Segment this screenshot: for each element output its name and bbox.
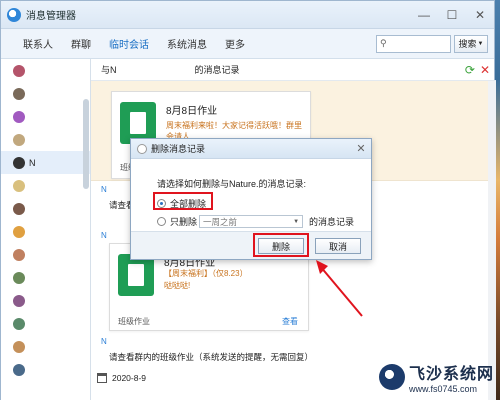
- search-box: ⚲: [376, 34, 451, 53]
- contact-item[interactable]: [1, 289, 90, 312]
- tab-contacts[interactable]: 联系人: [23, 36, 53, 51]
- header-prefix: 与N: [101, 65, 117, 75]
- sender-name: N: [101, 231, 107, 240]
- tab-more[interactable]: 更多: [225, 36, 245, 51]
- option-delete-partial-label: 只删除: [170, 217, 198, 227]
- delete-dialog: 删除消息记录 ✕ 请选择如何删除与Nature.的消息记录: 全部删除 只删除 …: [130, 138, 372, 260]
- delete-button[interactable]: 删除: [258, 238, 304, 254]
- watermark-title: 飞沙系统网: [408, 366, 494, 383]
- dialog-footer: 删除 取消: [131, 231, 371, 259]
- avatar: [13, 363, 25, 376]
- message-text: 请查看群内的班级作业（系统发送的提醒，无需回复）: [109, 352, 314, 362]
- date-row: 2020-8-9: [97, 373, 146, 383]
- message-header: 与N 的消息记录 ⟳ ✕: [91, 59, 496, 81]
- view-link[interactable]: 查看: [282, 316, 298, 327]
- avatar: [13, 248, 25, 261]
- avatar: [13, 317, 25, 330]
- avatar: [13, 225, 25, 238]
- tab-temp-session[interactable]: 临时会话: [109, 36, 149, 51]
- contact-item[interactable]: [1, 174, 90, 197]
- close-button[interactable]: ✕: [466, 1, 494, 28]
- contact-item[interactable]: N: [1, 151, 90, 174]
- cancel-button-label: 取消: [328, 241, 347, 252]
- option-delete-partial[interactable]: 只删除 一周之前 的消息记录: [157, 215, 354, 228]
- contact-name: N: [29, 157, 36, 168]
- avatar: [13, 179, 25, 192]
- tab-group-chat[interactable]: 群聊: [71, 36, 91, 51]
- sidebar-scrollbar[interactable]: [83, 99, 89, 189]
- avatar: [13, 87, 25, 100]
- sender-name: N: [101, 185, 107, 194]
- tab-system-messages[interactable]: 系统消息: [167, 36, 207, 51]
- avatar: [13, 202, 25, 215]
- contact-item[interactable]: [1, 59, 90, 82]
- refresh-icon[interactable]: ⟳: [465, 63, 475, 77]
- contact-item[interactable]: [1, 266, 90, 289]
- dialog-title: 删除消息记录: [151, 144, 206, 154]
- contact-item[interactable]: [1, 128, 90, 151]
- contact-item[interactable]: [1, 82, 90, 105]
- app-icon: [137, 143, 147, 154]
- contact-item[interactable]: [1, 105, 90, 128]
- content-scrollbar[interactable]: [488, 81, 496, 400]
- date-text: 2020-8-9: [112, 373, 147, 383]
- avatar: [13, 133, 25, 146]
- search-button-label: 搜索: [458, 39, 477, 49]
- avatar: [13, 156, 25, 169]
- time-range-value: 一周之前: [203, 216, 238, 227]
- time-range-select[interactable]: 一周之前: [199, 215, 304, 228]
- card-description-2: 哒哒哒!: [164, 281, 191, 290]
- contact-item[interactable]: [1, 335, 90, 358]
- option-delete-all-label: 全部删除: [170, 199, 207, 209]
- delete-button-label: 删除: [271, 241, 290, 252]
- delete-icon[interactable]: ✕: [480, 63, 490, 77]
- contact-item[interactable]: [1, 220, 90, 243]
- document-icon: [118, 254, 154, 296]
- card-description: 【周末福利】（仅8.23）: [164, 269, 248, 278]
- avatar: [13, 64, 25, 77]
- watermark-url: www.fs0745.com: [408, 384, 478, 394]
- chevron-down-icon: ▼: [477, 40, 484, 47]
- search-button[interactable]: 搜索 ▼: [454, 34, 488, 53]
- contact-item[interactable]: [1, 312, 90, 335]
- card-title: 8月8日作业: [166, 106, 218, 117]
- search-input[interactable]: [388, 38, 449, 49]
- avatar: [13, 271, 25, 284]
- cancel-button[interactable]: 取消: [315, 238, 361, 254]
- minimize-button[interactable]: —: [410, 1, 438, 28]
- avatar: [13, 294, 25, 307]
- contact-item[interactable]: [1, 243, 90, 266]
- sender-name: N: [101, 337, 107, 346]
- dialog-titlebar: 删除消息记录 ✕: [131, 139, 371, 159]
- window-title: 消息管理器: [26, 11, 76, 22]
- contact-item[interactable]: [1, 358, 90, 381]
- dialog-close-icon[interactable]: ✕: [351, 142, 371, 155]
- nav-bar: 联系人 群聊 临时会话 系统消息 更多 ⚲ 搜索 ▼: [1, 29, 494, 59]
- calendar-icon[interactable]: [97, 373, 107, 383]
- option-suffix: 的消息记录: [309, 217, 355, 227]
- search-icon: ⚲: [380, 38, 387, 48]
- radio-delete-partial[interactable]: [157, 217, 166, 226]
- radio-delete-all[interactable]: [157, 199, 166, 208]
- annotation-arrow-icon: [316, 260, 363, 317]
- titlebar: 消息管理器 — ☐ ✕: [1, 1, 494, 29]
- avatar: [13, 340, 25, 353]
- contact-list: N: [1, 59, 91, 400]
- avatar: [13, 110, 25, 123]
- watermark-logo-icon: [378, 364, 405, 390]
- dialog-prompt: 请选择如何删除与Nature.的消息记录:: [157, 179, 307, 189]
- header-suffix: 的消息记录: [194, 65, 240, 75]
- card-footer: 班级作业: [118, 317, 150, 326]
- watermark: 飞沙系统网 www.fs0745.com: [378, 360, 494, 394]
- app-icon: [7, 7, 21, 22]
- maximize-button[interactable]: ☐: [438, 1, 466, 28]
- contact-item[interactable]: [1, 197, 90, 220]
- option-delete-all[interactable]: 全部删除: [157, 197, 206, 210]
